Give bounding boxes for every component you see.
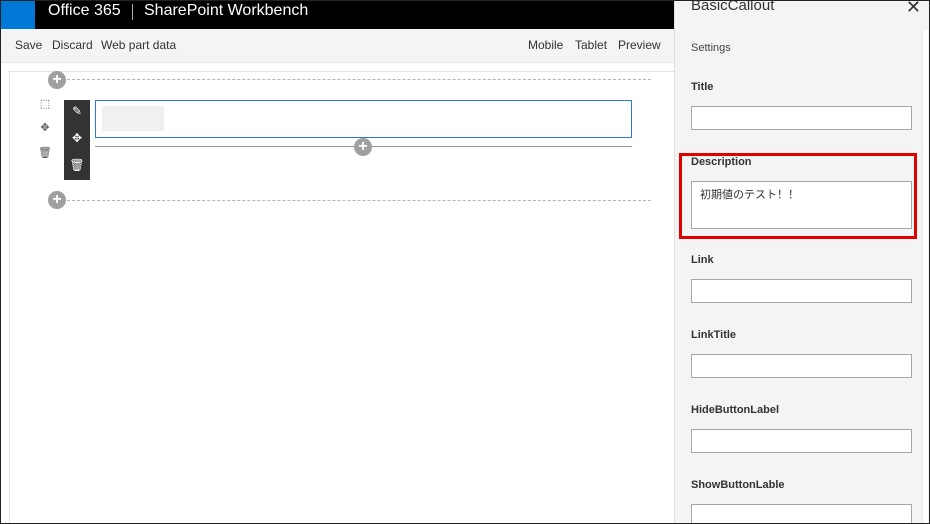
title-input[interactable] xyxy=(691,106,912,130)
add-web-part-icon[interactable]: + xyxy=(354,138,372,156)
add-section-top-icon[interactable]: + xyxy=(48,71,66,89)
suite-separator xyxy=(132,4,133,20)
tablet-button[interactable]: Tablet xyxy=(575,38,607,52)
link-title-label: LinkTitle xyxy=(691,329,737,341)
close-icon[interactable]: ✕ xyxy=(906,1,921,18)
delete-web-part-icon[interactable]: 🗑 xyxy=(64,154,90,176)
app-launcher-button[interactable] xyxy=(1,1,35,29)
web-part-toolbar: ✎ ✥ 🗑 xyxy=(64,100,90,180)
property-pane-subtitle: Settings xyxy=(691,42,731,54)
add-section-bottom-icon[interactable]: + xyxy=(48,191,66,209)
preview-button[interactable]: Preview xyxy=(618,38,661,52)
title-label: Title xyxy=(691,81,714,93)
app-title: SharePoint Workbench xyxy=(144,2,309,19)
edit-web-part-icon[interactable]: ✎ xyxy=(64,100,90,122)
save-button[interactable]: Save xyxy=(15,38,42,52)
property-pane-title: BasicCallout xyxy=(691,1,775,14)
page-canvas xyxy=(9,71,674,523)
suite-brand[interactable]: Office 365 xyxy=(48,1,121,29)
link-input[interactable] xyxy=(691,279,912,303)
section-settings-icon[interactable]: ⬚ xyxy=(38,97,52,111)
web-part-data-button[interactable]: Web part data xyxy=(101,38,176,52)
link-title-input[interactable] xyxy=(691,354,912,378)
mobile-button[interactable]: Mobile xyxy=(528,38,563,52)
section-bottom-divider xyxy=(67,200,651,201)
section-delete-icon[interactable]: 🗑 xyxy=(38,146,52,160)
move-web-part-icon[interactable]: ✥ xyxy=(64,127,90,149)
discard-button[interactable]: Discard xyxy=(52,38,93,52)
web-part-placeholder xyxy=(102,106,164,131)
show-button-lable-input[interactable] xyxy=(691,504,912,523)
hide-button-label-input[interactable] xyxy=(691,429,912,453)
suite-bar: Office 365 SharePoint Workbench xyxy=(1,1,674,29)
command-bar: Save Discard Web part data Mobile Tablet… xyxy=(1,29,674,63)
workbench-window: Office 365 SharePoint Workbench Save Dis… xyxy=(0,0,930,524)
section-move-icon[interactable]: ✥ xyxy=(38,121,52,135)
property-pane: BasicCallout ✕ Settings Title Descriptio… xyxy=(674,1,929,523)
description-highlight-box xyxy=(679,153,917,239)
hide-button-label-label: HideButtonLabel xyxy=(691,404,779,416)
selected-web-part[interactable] xyxy=(95,100,632,138)
section-top-divider xyxy=(67,79,651,80)
link-label: Link xyxy=(691,254,714,266)
show-button-lable-label: ShowButtonLable xyxy=(691,479,785,491)
property-pane-scrollbar[interactable] xyxy=(922,29,928,523)
